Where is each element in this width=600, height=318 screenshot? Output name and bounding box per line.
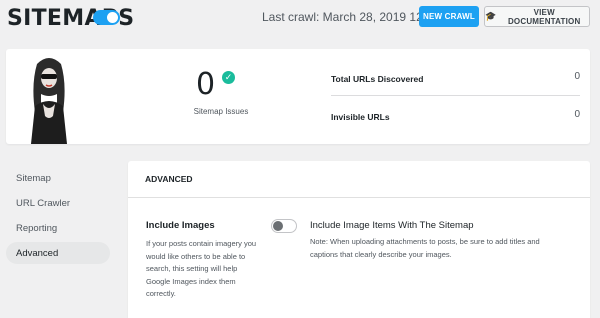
page-header: SITEMAPS Last crawl: March 28, 2019 12:2… [0,0,600,34]
include-images-option-label: Include Image Items With The Sitemap [310,220,474,231]
sitemap-issues-label: Sitemap Issues [193,107,249,116]
panel-title: ADVANCED [128,161,590,198]
stat-value: 0 [574,71,580,82]
sidebar-item-reporting[interactable]: Reporting [6,217,110,239]
stat-row-invisible-urls: Invisible URLs 0 [331,106,580,130]
sidebar-item-url-crawler[interactable]: URL Crawler [6,192,110,214]
sidebar-item-sitemap[interactable]: Sitemap [6,167,110,189]
setting-title: Include Images [146,220,215,231]
view-documentation-label: VIEW DOCUMENTATION [507,7,581,26]
toggle-knob [273,221,283,231]
stat-label: Invisible URLs [331,112,390,122]
view-documentation-button[interactable]: 🎓 VIEW DOCUMENTATION [484,6,590,27]
sitemaps-module-toggle[interactable] [93,10,120,25]
stat-label: Total URLs Discovered [331,74,424,84]
sitemap-issues-count: 0 [196,67,216,102]
settings-sidebar: Sitemap URL Crawler Reporting Advanced [6,167,110,267]
divider [331,95,580,96]
toggle-knob [107,12,118,23]
mascot-illustration [31,58,67,144]
check-icon: ✓ [222,71,235,84]
stat-value: 0 [574,109,580,120]
include-images-toggle[interactable] [271,219,297,233]
stat-row-total-urls: Total URLs Discovered 0 [331,68,580,92]
advanced-settings-panel: ADVANCED Include Images If your posts co… [128,161,590,318]
summary-card: 0 ✓ Sitemap Issues Total URLs Discovered… [6,49,590,144]
include-images-note: Note: When uploading attachments to post… [310,237,540,259]
setting-description: If your posts contain imagery you would … [146,239,257,298]
sidebar-item-advanced[interactable]: Advanced [6,242,110,264]
graduation-cap-icon: 🎓 [485,11,497,21]
new-crawl-button[interactable]: NEW CRAWL [419,6,479,27]
